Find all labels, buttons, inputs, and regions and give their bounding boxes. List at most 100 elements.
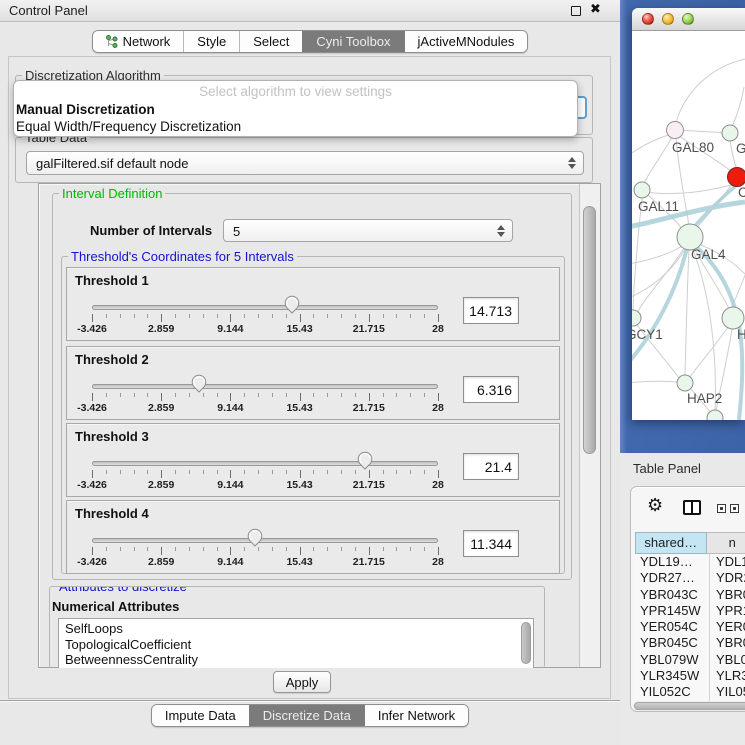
float-window-icon[interactable] <box>571 6 581 16</box>
table-row[interactable]: YER054CYER05 <box>635 619 745 635</box>
dropdown-option-equal-width-frequency-discretization[interactable]: Equal Width/Frequency Discretization <box>14 118 577 135</box>
panel-title: Control Panel <box>9 3 88 18</box>
threshold-3-panel: Threshold 3-3.4262.8599.14415.4321.71528… <box>66 423 560 497</box>
scale-tick-label: 15.43 <box>286 323 312 335</box>
bottom-tab-group: Impute Data Discretize Data Infer Network <box>151 704 469 727</box>
column-header-1[interactable]: shared… <box>635 532 707 554</box>
threshold-value-field[interactable]: 11.344 <box>463 530 519 557</box>
table-panel-body: ⚙ shared…n YDL19…YDL19YDR27…YDR27YBR043C… <box>630 486 745 712</box>
slider-scale-labels: -3.4262.8599.14415.4321.71528 <box>92 402 438 415</box>
threshold-slider-track[interactable] <box>92 538 438 543</box>
scale-tick-label: 15.43 <box>286 479 312 491</box>
network-node-gcy1[interactable]: GCY1 <box>632 310 663 342</box>
table-hscroll-thumb[interactable] <box>634 702 745 710</box>
table-horizontal-scrollbar[interactable] <box>633 701 745 711</box>
threshold-label: Threshold 3 <box>75 429 149 444</box>
bottom-tab-impute-data[interactable]: Impute Data <box>152 705 249 726</box>
network-canvas[interactable]: GAL80GACGAL11GAL4GCY1HHAP2 <box>632 31 745 420</box>
slider-handle[interactable] <box>191 374 207 393</box>
network-node-c[interactable]: C <box>728 168 745 201</box>
tab-select[interactable]: Select <box>239 31 302 52</box>
network-node-h[interactable]: H <box>722 307 745 342</box>
threshold-slider-track[interactable] <box>92 305 438 310</box>
table-row[interactable]: YLR345WYLR34 <box>635 668 745 684</box>
attributes-group: Attributes to discretize Numerical Attri… <box>49 586 545 668</box>
table-data-combobox[interactable]: galFiltered.sif default node <box>26 151 584 175</box>
settings-scrollbar-thumb[interactable] <box>583 206 596 454</box>
minimize-traffic-light-icon[interactable] <box>662 13 674 25</box>
threshold-value-field[interactable]: 21.4 <box>463 453 519 480</box>
table-row[interactable]: YDR27…YDR27 <box>635 570 745 586</box>
tab-network[interactable]: Network <box>93 31 184 52</box>
close-traffic-light-icon[interactable] <box>642 13 654 25</box>
scale-tick-label: 2.859 <box>148 402 174 414</box>
bottom-tab-discretize-data[interactable]: Discretize Data <box>249 705 364 726</box>
application-root: Control Panel ✖ Network Style Select Cyni T… <box>0 0 745 745</box>
tab-label: Network <box>123 34 171 49</box>
bottom-tab-bar: Impute Data Discretize Data Infer Network <box>0 704 620 727</box>
interval-definition-group: Interval Definition Number of Intervals … <box>52 193 572 580</box>
threshold-slider-track[interactable] <box>92 384 438 389</box>
close-panel-icon[interactable]: ✖ <box>590 2 601 17</box>
node-attribute-table: shared…n YDL19…YDL19YDR27…YDR27YBR043CYB… <box>635 532 745 711</box>
zoom-traffic-light-icon[interactable] <box>682 13 694 25</box>
top-tab-group: Network Style Select Cyni ToolboxjActiveMNo… <box>92 30 529 53</box>
settings-scrollbar-track[interactable] <box>579 184 600 667</box>
attributes-group-title: Attributes to discretize <box>56 586 190 594</box>
bottom-tab-infer-network[interactable]: Infer Network <box>364 705 468 726</box>
tab-label: Select <box>253 34 289 49</box>
threshold-slider-track[interactable] <box>92 461 438 466</box>
scale-tick-label: 28 <box>432 323 444 335</box>
top-tab-bar: Network Style Select Cyni ToolboxjActiveMNo… <box>0 30 620 53</box>
attribute-item-betweennesscentrality[interactable]: BetweennessCentrality <box>65 652 533 668</box>
tab-style[interactable]: Style <box>183 31 239 52</box>
number-of-intervals-combobox[interactable]: 5 <box>223 219 513 242</box>
checkbox-icon[interactable] <box>717 504 726 513</box>
attribute-item-topologicalcoefficient[interactable]: TopologicalCoefficient <box>65 637 533 653</box>
threshold-value-field[interactable]: 14.713 <box>463 297 519 324</box>
table-rows: YDL19…YDL19YDR27…YDR27YBR043CYBR04YPR145… <box>635 554 745 701</box>
slider-handle[interactable] <box>284 295 300 314</box>
slider-handle[interactable] <box>357 451 373 470</box>
attribute-item-selfloops[interactable]: SelfLoops <box>65 621 533 637</box>
dropdown-option-manual-discretization[interactable]: Manual Discretization <box>14 101 577 118</box>
node-label: H <box>737 327 745 342</box>
node-label: GCY1 <box>632 327 663 342</box>
tab-label: Impute Data <box>165 708 236 723</box>
slider-scale-labels: -3.4262.8599.14415.4321.71528 <box>92 479 438 492</box>
algorithm-settings-panel: Interval Definition Number of Intervals … <box>38 183 601 668</box>
checkbox-icon[interactable] <box>730 504 739 513</box>
table-row[interactable]: YBR043CYBR04 <box>635 587 745 603</box>
stepper-arrows-icon <box>497 225 505 237</box>
table-row[interactable]: YIL052CYIL05 <box>635 684 745 700</box>
control-panel-titlebar: Control Panel ✖ <box>0 0 620 22</box>
apply-button[interactable]: Apply <box>273 671 331 693</box>
number-of-intervals-value: 5 <box>233 224 240 239</box>
gear-icon[interactable]: ⚙ <box>647 496 663 516</box>
scale-tick-label: 9.144 <box>217 556 243 568</box>
tab-label: Discretize Data <box>263 708 351 723</box>
scale-tick-label: -3.426 <box>77 479 107 491</box>
threshold-label: Threshold 4 <box>75 506 149 521</box>
scale-tick-label: 28 <box>432 479 444 491</box>
scale-tick-label: 15.43 <box>286 556 312 568</box>
table-row[interactable]: YBL079WYBL07 <box>635 652 745 668</box>
cell-shared-name: YER054C <box>635 619 710 635</box>
network-node-gal80[interactable]: GAL80 <box>667 122 715 156</box>
attributes-list-scrollbar[interactable] <box>521 622 531 664</box>
tab-cyni-toolbox[interactable]: Cyni Toolbox <box>302 31 403 52</box>
table-row[interactable]: YDL19…YDL19 <box>635 554 745 570</box>
threshold-value-field[interactable]: 6.316 <box>463 376 519 403</box>
columns-icon[interactable] <box>683 500 701 515</box>
tab-jactivemnodules[interactable]: jActiveMNodules <box>404 31 528 52</box>
table-row[interactable]: YBR045CYBR04 <box>635 635 745 651</box>
threshold-2-panel: Threshold 2-3.4262.8599.14415.4321.71528… <box>66 346 560 420</box>
column-header-2[interactable]: n <box>707 532 745 554</box>
network-node-ga[interactable]: GA <box>722 125 745 156</box>
slider-handle[interactable] <box>247 528 263 547</box>
numerical-attributes-list[interactable]: SelfLoopsTopologicalCoefficientBetweenne… <box>58 618 534 668</box>
scale-tick-label: -3.426 <box>77 402 107 414</box>
scale-tick-label: 21.715 <box>353 479 385 491</box>
network-node-gal11[interactable]: GAL11 <box>634 182 679 214</box>
table-row[interactable]: YPR145WYPR14 <box>635 603 745 619</box>
